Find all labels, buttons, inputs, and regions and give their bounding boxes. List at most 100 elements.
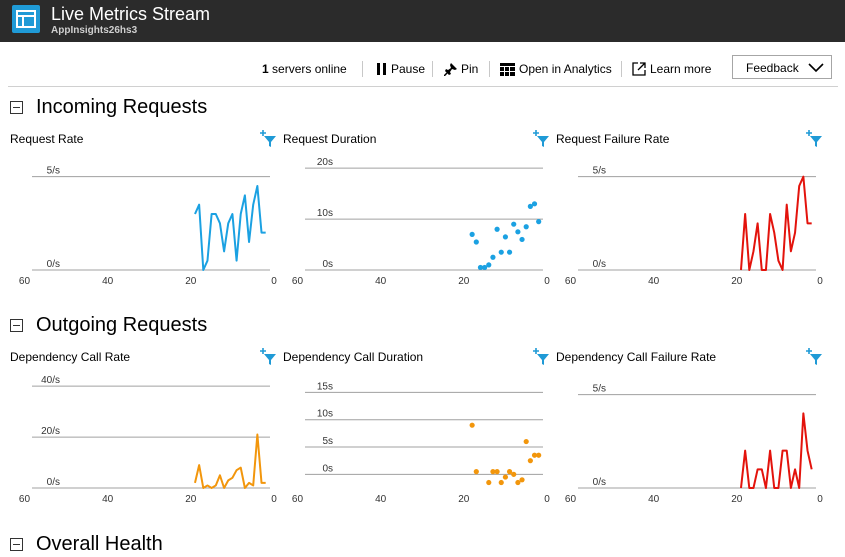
x-tick-label: 40: [102, 494, 114, 505]
external-link-icon: [632, 62, 646, 76]
data-point: [506, 249, 513, 255]
outgoing-requests-header[interactable]: Outgoing Requests: [8, 312, 207, 338]
y-tick-label: 20s: [317, 157, 333, 168]
pin-label: Pin: [461, 62, 479, 76]
series-line: [194, 185, 266, 271]
add-filter-icon[interactable]: [532, 130, 550, 148]
data-point: [523, 224, 529, 230]
series-line: [739, 412, 813, 489]
add-filter-icon[interactable]: [805, 130, 823, 148]
pin-button[interactable]: Pin: [444, 52, 478, 86]
data-point: [469, 231, 475, 237]
x-tick-label: 60: [19, 494, 31, 505]
x-tick-label: 60: [292, 276, 304, 287]
data-point: [536, 452, 542, 458]
toolbar: 1 servers online Pause Pin Open in Analy…: [8, 52, 838, 87]
data-point: [527, 458, 533, 464]
request-duration-chart: 20s 10s 0s 60 40 20 0: [292, 157, 550, 287]
x-tick-label: 20: [731, 276, 743, 287]
servers-count: 1: [262, 62, 269, 76]
collapse-icon[interactable]: [10, 537, 23, 551]
data-point: [519, 477, 525, 483]
x-tick-label: 0: [271, 276, 277, 287]
collapse-icon[interactable]: [10, 100, 23, 114]
add-filter-icon[interactable]: [805, 348, 823, 366]
y-tick-label: 0s: [322, 259, 333, 270]
pin-icon: [444, 62, 457, 76]
data-point: [494, 469, 500, 475]
x-tick-label: 60: [19, 276, 31, 287]
add-filter-icon[interactable]: [259, 130, 277, 148]
request-rate-chart: 5/s 0/s 60 40 20 0: [19, 166, 277, 287]
chart-title-request-duration: Request Duration: [283, 132, 377, 146]
data-point: [502, 474, 509, 480]
x-tick-label: 40: [648, 276, 660, 287]
data-point: [473, 239, 479, 245]
add-filter-icon[interactable]: [259, 348, 277, 366]
data-point: [511, 221, 517, 227]
x-tick-label: 60: [292, 494, 304, 505]
feedback-dropdown[interactable]: Feedback: [732, 55, 832, 79]
title-bar: Live Metrics Stream AppInsights26hs3: [0, 0, 845, 42]
overall-health-header[interactable]: Overall Health: [8, 531, 163, 557]
y-tick-label: 15s: [317, 381, 333, 392]
chevron-down-icon: [808, 63, 824, 73]
pause-button[interactable]: Pause: [377, 52, 425, 86]
toolbar-divider: [621, 61, 622, 77]
data-point: [502, 234, 509, 240]
y-tick-label: 5/s: [593, 384, 606, 395]
x-tick-label: 0: [544, 276, 550, 287]
learn-more-link[interactable]: Learn more: [632, 52, 711, 86]
open-in-analytics-button[interactable]: Open in Analytics: [500, 52, 612, 86]
dependency-call-duration-chart: 15s 10s 5s 0s 60 40 20 0: [292, 381, 550, 505]
servers-label: servers online: [272, 62, 347, 76]
add-filter-icon[interactable]: [532, 348, 550, 366]
y-tick-label: 5/s: [47, 166, 60, 177]
section-title: Overall Health: [36, 532, 163, 555]
data-point: [473, 469, 479, 475]
y-tick-label: 10s: [317, 208, 333, 219]
x-tick-label: 60: [565, 276, 577, 287]
learn-more-label: Learn more: [650, 62, 712, 76]
x-tick-label: 40: [648, 494, 660, 505]
toolbar-divider: [362, 61, 363, 77]
chart-title-request-rate: Request Rate: [10, 132, 84, 146]
toolbar-divider: [432, 61, 433, 77]
x-tick-label: 20: [185, 276, 197, 287]
data-point: [490, 254, 496, 260]
y-tick-label: 0/s: [593, 259, 606, 270]
request-failure-rate-chart: 5/s 0/s 60 40 20 0: [565, 166, 823, 287]
series-line: [739, 175, 812, 271]
data-point: [511, 471, 517, 477]
toolbar-divider: [489, 61, 490, 77]
y-tick-label: 5s: [322, 436, 333, 447]
series-line: [194, 433, 266, 489]
section-title: Outgoing Requests: [36, 313, 208, 336]
y-tick-label: 5/s: [593, 166, 606, 177]
incoming-requests-header[interactable]: Incoming Requests: [8, 94, 207, 120]
x-tick-label: 40: [375, 494, 387, 505]
chart-title-dependency-call-failure-rate: Dependency Call Failure Rate: [556, 350, 717, 364]
y-tick-label: 0/s: [593, 477, 606, 488]
y-tick-label: 40/s: [41, 375, 60, 386]
app-subtitle: AppInsights26hs3: [51, 25, 138, 36]
x-tick-label: 60: [565, 494, 577, 505]
x-tick-label: 40: [375, 276, 387, 287]
data-point: [486, 262, 492, 268]
x-tick-label: 0: [271, 494, 277, 505]
data-point: [469, 422, 475, 428]
data-point: [486, 479, 492, 486]
chart-title-request-failure-rate: Request Failure Rate: [556, 132, 670, 146]
live-metrics-icon: [12, 5, 40, 33]
x-tick-label: 0: [817, 276, 823, 287]
data-point: [531, 201, 538, 207]
x-tick-label: 20: [458, 494, 470, 505]
analytics-label: Open in Analytics: [519, 62, 612, 76]
analytics-icon: [500, 62, 515, 76]
x-tick-label: 0: [544, 494, 550, 505]
collapse-icon[interactable]: [10, 318, 23, 332]
x-tick-label: 20: [185, 494, 197, 505]
section-title: Incoming Requests: [36, 95, 208, 118]
y-tick-label: 0s: [322, 463, 333, 474]
data-point: [498, 479, 504, 486]
